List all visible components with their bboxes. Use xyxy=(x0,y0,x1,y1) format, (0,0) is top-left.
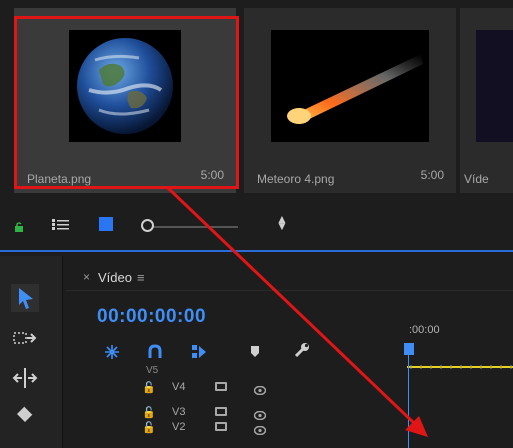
clip-tile-video[interactable]: Víde xyxy=(460,8,513,193)
video-thumbnail xyxy=(476,30,513,142)
clip-name: Víde xyxy=(464,172,489,186)
sequence-menu-icon[interactable]: ≡ xyxy=(137,270,145,285)
zoom-slider[interactable] xyxy=(150,226,238,228)
nest-icon[interactable] xyxy=(104,344,120,360)
selection-tool-icon[interactable] xyxy=(11,284,39,312)
eye-icon[interactable] xyxy=(253,422,267,436)
eye-icon[interactable] xyxy=(253,382,267,396)
zoom-slider-handle[interactable] xyxy=(141,219,154,232)
track-row-v2: 🔓 V2 xyxy=(66,421,513,436)
clip-name: Meteoro 4.png xyxy=(257,172,335,186)
track-lock-icon[interactable]: 🔓 xyxy=(142,381,156,394)
wrench-icon[interactable] xyxy=(293,341,311,359)
playhead-handle[interactable] xyxy=(404,343,414,355)
eye-icon[interactable] xyxy=(253,407,267,421)
track-label: V2 xyxy=(172,421,186,433)
timeline-tab-bar xyxy=(66,256,513,291)
sequence-close-icon[interactable]: × xyxy=(83,270,90,284)
track-lock-icon[interactable]: 🔓 xyxy=(142,406,156,419)
sync-lock-icon[interactable] xyxy=(215,382,227,391)
snap-icon[interactable] xyxy=(147,344,163,360)
track-row-v4: 🔓 V4 xyxy=(66,381,513,396)
lock-icon[interactable] xyxy=(14,219,24,232)
icon-view-icon[interactable] xyxy=(99,217,113,231)
track-label: V3 xyxy=(172,406,186,418)
add-marker-icon[interactable] xyxy=(249,344,261,358)
sync-lock-icon[interactable] xyxy=(215,407,227,416)
playhead-timecode[interactable]: 00:00:00:00 xyxy=(97,306,206,328)
razor-tool-icon[interactable] xyxy=(11,400,39,428)
sort-icon[interactable]: ▲ ▼ xyxy=(276,213,288,232)
video-tracks: 🔓 V4 🔓 V3 🔓 V2 xyxy=(66,366,513,448)
time-ruler-label: :00:00 xyxy=(409,324,440,336)
meteor-thumbnail xyxy=(271,30,429,142)
clip-duration: 5:00 xyxy=(420,168,444,182)
track-select-tool-icon[interactable] xyxy=(11,325,39,353)
sync-lock-icon[interactable] xyxy=(215,422,227,431)
track-lock-icon[interactable]: 🔓 xyxy=(142,421,156,434)
selection-highlight xyxy=(14,16,239,189)
bin-toolbar xyxy=(0,200,513,252)
linked-selection-icon[interactable] xyxy=(191,344,207,360)
track-label: V4 xyxy=(172,381,186,393)
track-row-v3: 🔓 V3 xyxy=(66,406,513,421)
sequence-tab[interactable]: Vídeo xyxy=(98,270,132,285)
list-view-icon[interactable] xyxy=(52,218,70,231)
clip-tile-meteoro[interactable]: Meteoro 4.png 5:00 xyxy=(244,8,456,193)
ripple-edit-tool-icon[interactable] xyxy=(11,364,39,392)
